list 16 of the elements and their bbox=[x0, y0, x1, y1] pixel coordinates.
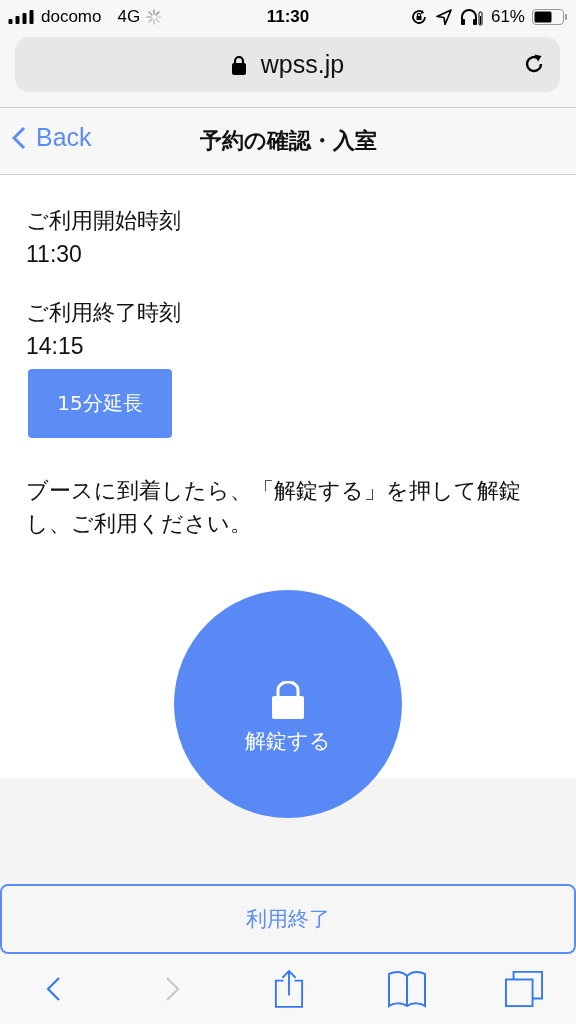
url-text: wpss.jp bbox=[260, 50, 345, 79]
status-time: 11:30 bbox=[266, 7, 310, 27]
address-bar[interactable]: wpss.jp bbox=[15, 37, 560, 92]
back-button[interactable]: Back bbox=[12, 123, 92, 152]
field-value: 11:30 bbox=[26, 240, 83, 269]
instruction-text: ブースに到着したら、「解錠する」を押して解錠し、ご利用ください。 bbox=[26, 477, 522, 538]
field-value: 14:15 bbox=[26, 332, 85, 361]
end-button[interactable]: 利用終了 bbox=[0, 884, 576, 954]
page-title: 予約の確認・入室 bbox=[199, 127, 377, 155]
extend-button[interactable]: 15分延長 bbox=[28, 369, 172, 438]
field-label: ご利用終了時刻 bbox=[26, 299, 182, 327]
field-label: ご利用開始時刻 bbox=[26, 207, 182, 235]
unlock-button[interactable]: 解錠する bbox=[174, 590, 402, 818]
carrier-name: docomo bbox=[41, 7, 102, 27]
network-type: 4G bbox=[117, 7, 141, 27]
battery-percent: 61% bbox=[490, 7, 525, 27]
